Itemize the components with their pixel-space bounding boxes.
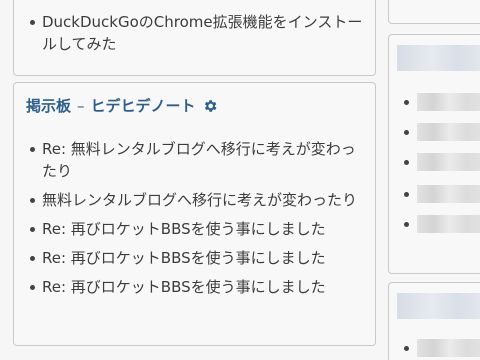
blurred-list-item [389,93,480,111]
board-post-link[interactable]: Re: 再びロケットBBSを使う事にしました [42,278,326,296]
blurred-list-item [389,185,480,203]
blurred-title [397,293,480,319]
list-item[interactable]: Re: 再びロケットBBSを使う事にしました [14,276,375,298]
recent-posts-list: DuckDuckGoのChrome拡張機能をインストールしてみた [14,0,375,55]
side-panel-top [388,0,480,24]
board-posts-list: Re: 無料レンタルブログへ移行に考えが変わったり 無料レンタルブログへ移行に考… [14,138,375,305]
panel-title-name[interactable]: ヒデヒデノート [91,95,196,116]
bulletin-board-panel: 掲示板 – ヒデヒデノート Re: 無料レンタルブログへ移行に考えが変わったり … [13,82,376,346]
list-item[interactable]: Re: 再びロケットBBSを使う事にしました [14,247,375,269]
page: DuckDuckGoのChrome拡張機能をインストールしてみた 掲示板 – ヒ… [0,0,480,360]
board-post-link[interactable]: Re: 無料レンタルブログへ移行に考えが変わったり [42,140,356,180]
side-panel-blurred [388,34,480,274]
list-item[interactable]: DuckDuckGoのChrome拡張機能をインストールしてみた [14,11,375,55]
post-link[interactable]: DuckDuckGoのChrome拡張機能をインストールしてみた [42,13,362,53]
blurred-list-item [389,153,480,171]
list-item[interactable]: 無料レンタルブログへ移行に考えが変わったり [14,189,375,211]
list-item[interactable]: Re: 無料レンタルブログへ移行に考えが変わったり [14,138,375,182]
panel-title: 掲示板 – ヒデヒデノート [26,95,218,116]
recent-posts-panel: DuckDuckGoのChrome拡張機能をインストールしてみた [13,0,376,76]
board-post-link[interactable]: Re: 再びロケットBBSを使う事にしました [42,249,326,267]
blurred-title [397,45,480,71]
blurred-list-item [389,339,480,357]
panel-title-prefix[interactable]: 掲示板 [26,95,71,116]
gear-icon[interactable] [202,98,218,114]
blurred-list-item [389,215,480,233]
blurred-list-item [389,123,480,141]
list-item[interactable]: Re: 再びロケットBBSを使う事にしました [14,218,375,240]
board-post-link[interactable]: 無料レンタルブログへ移行に考えが変わったり [42,191,357,209]
board-post-link[interactable]: Re: 再びロケットBBSを使う事にしました [42,220,326,238]
side-panel-blurred-2 [388,282,480,360]
title-separator: – [77,96,85,115]
